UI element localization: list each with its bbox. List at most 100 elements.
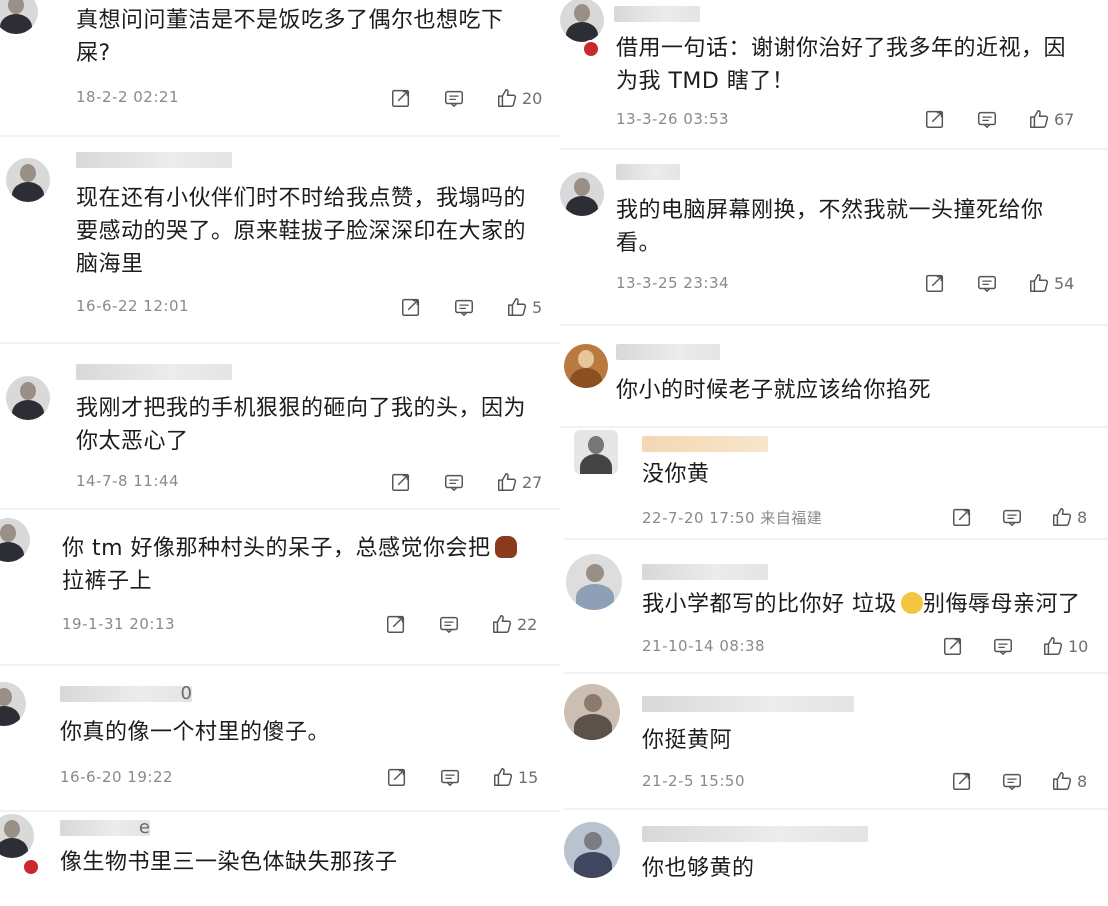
comment-date: 14-7-8 11:44: [76, 472, 179, 490]
reply-icon[interactable]: [1001, 770, 1023, 792]
share-icon[interactable]: [400, 296, 422, 318]
avatar[interactable]: [564, 344, 608, 388]
avatar[interactable]: [560, 0, 604, 42]
like-button[interactable]: 10: [1042, 635, 1088, 657]
divider: [560, 324, 1108, 326]
divider: [564, 808, 1108, 810]
comment-date: 19-1-31 20:13: [62, 615, 176, 633]
verified-badge: [22, 858, 40, 876]
username[interactable]: [642, 696, 854, 712]
share-icon[interactable]: [924, 272, 946, 294]
comment-card: 你 tm 好像那种村头的呆子，总感觉你会把 拉裤子上 19-1-31 20:13 …: [0, 512, 560, 662]
comment-card: 借用一句话：谢谢你治好了我多年的近视，因 为我 TMD 瞎了！ 13-3-26 0…: [560, 0, 1108, 146]
like-button[interactable]: 8: [1051, 770, 1087, 792]
share-icon[interactable]: [942, 635, 964, 657]
thumbs-up-icon: [506, 296, 528, 318]
username[interactable]: e: [60, 820, 150, 836]
comment-actions: 22: [385, 612, 537, 636]
comment-card: 我的电脑屏幕刚换，不然我就一头撞死给你 看。 13-3-25 23:34 54: [560, 150, 1108, 320]
username[interactable]: [642, 564, 768, 580]
like-button[interactable]: 15: [492, 766, 538, 788]
comment-text: 你也够黄的: [642, 856, 755, 881]
share-icon[interactable]: [924, 108, 946, 130]
thumbs-up-icon: [491, 613, 513, 635]
thumbs-up-icon: [1051, 770, 1073, 792]
share-icon[interactable]: [951, 770, 973, 792]
comment-actions: 15: [386, 765, 538, 789]
share-icon[interactable]: [390, 471, 412, 493]
username[interactable]: [76, 364, 232, 380]
comment-text: 你 tm 好像那种村头的呆子，总感觉你会把 拉裤子上: [62, 532, 517, 598]
like-button[interactable]: 5: [506, 296, 542, 318]
avatar[interactable]: [0, 518, 30, 562]
reply-icon[interactable]: [443, 471, 465, 493]
username[interactable]: [76, 152, 232, 168]
comment-card: e 像生物书里三一染色体缺失那孩子: [0, 812, 560, 906]
comment-actions: 54: [924, 271, 1074, 295]
reply-icon[interactable]: [443, 87, 465, 109]
comment-card: 你小的时候老子就应该给你掐死: [560, 330, 1108, 430]
avatar[interactable]: [564, 684, 620, 740]
avatar[interactable]: [0, 682, 26, 726]
like-count: 15: [518, 767, 539, 787]
comment-date: 13-3-25 23:34: [616, 274, 730, 292]
reply-icon[interactable]: [976, 108, 998, 130]
reply-icon[interactable]: [1001, 506, 1023, 528]
share-icon[interactable]: [385, 613, 407, 635]
username[interactable]: [614, 6, 700, 22]
like-count: 67: [1054, 109, 1075, 129]
avatar[interactable]: [0, 814, 34, 858]
avatar[interactable]: [6, 376, 50, 420]
like-count: 8: [1077, 507, 1088, 527]
comment-date: 21-10-14 08:38: [642, 637, 766, 655]
username[interactable]: 0: [60, 686, 192, 702]
thumbs-up-icon: [1042, 635, 1064, 657]
comment-text: 真想问问董洁是不是饭吃多了偶尔也想吃下 屎?: [76, 8, 504, 66]
reply-icon[interactable]: [439, 766, 461, 788]
comment-text: 现在还有小伙伴们时不时给我点赞，我塌吗的 要感动的哭了。原来鞋拔子脸深深印在大家的…: [76, 186, 527, 277]
like-button[interactable]: 54: [1028, 272, 1074, 294]
username[interactable]: [642, 826, 868, 842]
avatar[interactable]: [560, 172, 604, 216]
like-count: 22: [517, 614, 538, 634]
divider: [0, 508, 560, 510]
like-button[interactable]: 22: [491, 613, 537, 635]
comment-card: 0 你真的像一个村里的傻子。 16-6-20 19:22 15: [0, 668, 560, 808]
avatar[interactable]: [6, 158, 50, 202]
comment-card: 没你黄 22-7-20 17:50 来自福建 8: [564, 428, 1108, 536]
avatar[interactable]: [566, 554, 622, 610]
username[interactable]: [616, 344, 720, 360]
comment-actions: 67: [924, 107, 1074, 131]
reply-icon[interactable]: [992, 635, 1014, 657]
username[interactable]: [642, 436, 768, 452]
comment-actions: 8: [951, 769, 1087, 793]
divider: [0, 664, 560, 666]
like-button[interactable]: 20: [496, 87, 542, 109]
reply-icon[interactable]: [453, 296, 475, 318]
comment-text: 像生物书里三一染色体缺失那孩子: [60, 850, 398, 875]
comment-card: 你也够黄的: [564, 812, 1108, 906]
like-button[interactable]: 8: [1051, 506, 1087, 528]
divider: [0, 342, 560, 344]
share-icon[interactable]: [386, 766, 408, 788]
like-button[interactable]: 27: [496, 471, 542, 493]
like-count: 10: [1068, 636, 1089, 656]
avatar[interactable]: [564, 822, 620, 878]
username[interactable]: [616, 164, 680, 180]
avatar[interactable]: [574, 430, 618, 474]
avatar[interactable]: [0, 0, 38, 34]
share-icon[interactable]: [390, 87, 412, 109]
thumbs-up-icon: [492, 766, 514, 788]
share-icon[interactable]: [951, 506, 973, 528]
comment-actions: 5: [400, 295, 542, 319]
comment-text: 我的电脑屏幕刚换，不然我就一头撞死给你 看。: [616, 198, 1044, 256]
reply-icon[interactable]: [438, 613, 460, 635]
like-button[interactable]: 67: [1028, 108, 1074, 130]
divider: [564, 538, 1108, 540]
poop-emoji: [494, 536, 517, 558]
comment-card: 现在还有小伙伴们时不时给我点赞，我塌吗的 要感动的哭了。原来鞋拔子脸深深印在大家的…: [0, 140, 560, 340]
like-count: 8: [1077, 771, 1088, 791]
comment-actions: 20: [390, 86, 542, 110]
comment-date: 16-6-20 19:22: [60, 768, 174, 786]
reply-icon[interactable]: [976, 272, 998, 294]
